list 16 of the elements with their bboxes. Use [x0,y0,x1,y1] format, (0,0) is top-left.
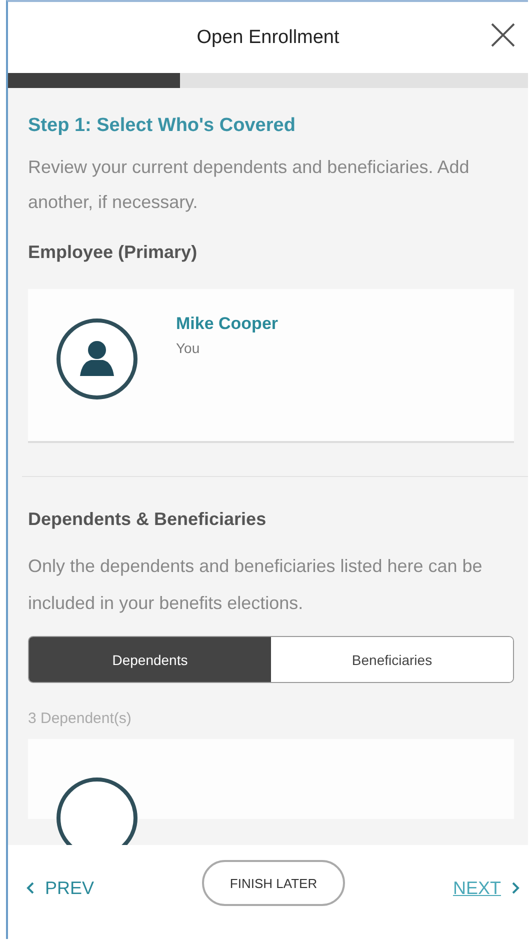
section-description: Only the dependents and beneficiaries listed here can be included in your benefits elections. [28,555,484,615]
employee-name[interactable]: Mike Cooper [176,314,278,334]
section-heading: Employee (Primary) [28,242,198,263]
close-icon[interactable] [490,22,516,48]
segment-tab[interactable]: Dependents [29,637,271,682]
dependent-count: 3 Dependent(s) [28,710,132,727]
chevron-right-icon [511,881,520,895]
chevron-left-icon [26,881,35,895]
prev-link[interactable]: PREV [26,878,94,898]
relation-label: You [176,340,201,356]
step-title: Step 1: Select Who's Covered [28,115,296,137]
step-description: Review your current dependents and beneficiaries. Add another, if necessary. [28,156,470,214]
segment-tab[interactable]: Beneficiaries [271,637,513,682]
finish-later-button[interactable]: FINISH LATER [202,860,346,906]
dialog-title: Open Enrollment [196,26,340,48]
section-heading: Dependents & Beneficiaries [28,509,268,530]
